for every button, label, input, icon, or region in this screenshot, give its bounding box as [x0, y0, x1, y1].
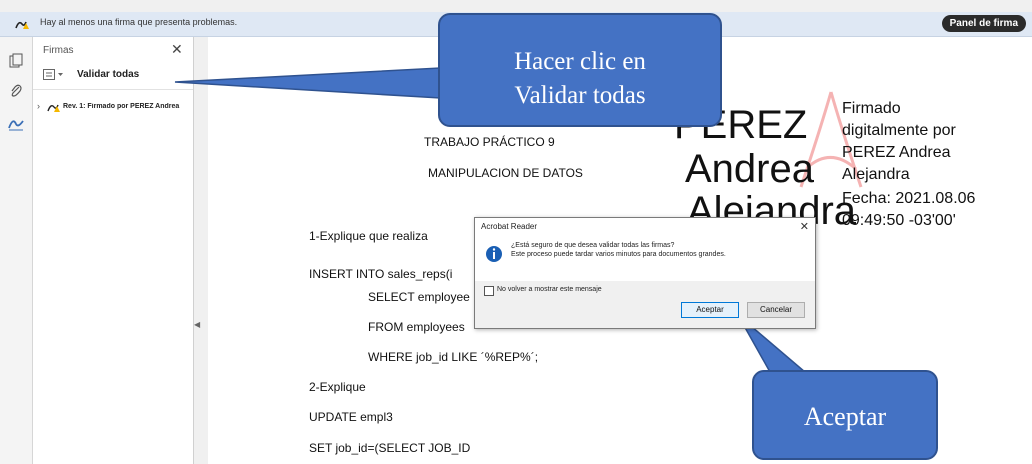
- dialog-body: ¿Está seguro de que desea validar todas …: [475, 236, 815, 281]
- dialog-message-1: ¿Está seguro de que desea validar todas …: [511, 242, 675, 249]
- callout-pointer-top: [174, 67, 441, 99]
- callout-click-validate-all: Hacer clic en Validar todas: [438, 13, 722, 127]
- info-icon: [485, 245, 503, 268]
- confirm-dialog: Acrobat Reader ✕ ¿Está seguro de que des…: [474, 217, 816, 329]
- callout-text: Hacer clic en: [514, 48, 646, 75]
- dialog-title: Acrobat Reader: [475, 218, 815, 236]
- callout-accept: Aceptar: [752, 370, 938, 460]
- accept-button[interactable]: Aceptar: [681, 302, 739, 318]
- cancel-button[interactable]: Cancelar: [747, 302, 805, 318]
- callout-text: Validar todas: [514, 82, 646, 109]
- dont-show-checkbox[interactable]: [484, 286, 494, 296]
- dont-show-label: No volver a mostrar este mensaje: [497, 286, 602, 293]
- dialog-close-button[interactable]: ✕: [800, 220, 809, 233]
- dialog-message-2: Este proceso puede tardar varios minutos…: [511, 251, 726, 258]
